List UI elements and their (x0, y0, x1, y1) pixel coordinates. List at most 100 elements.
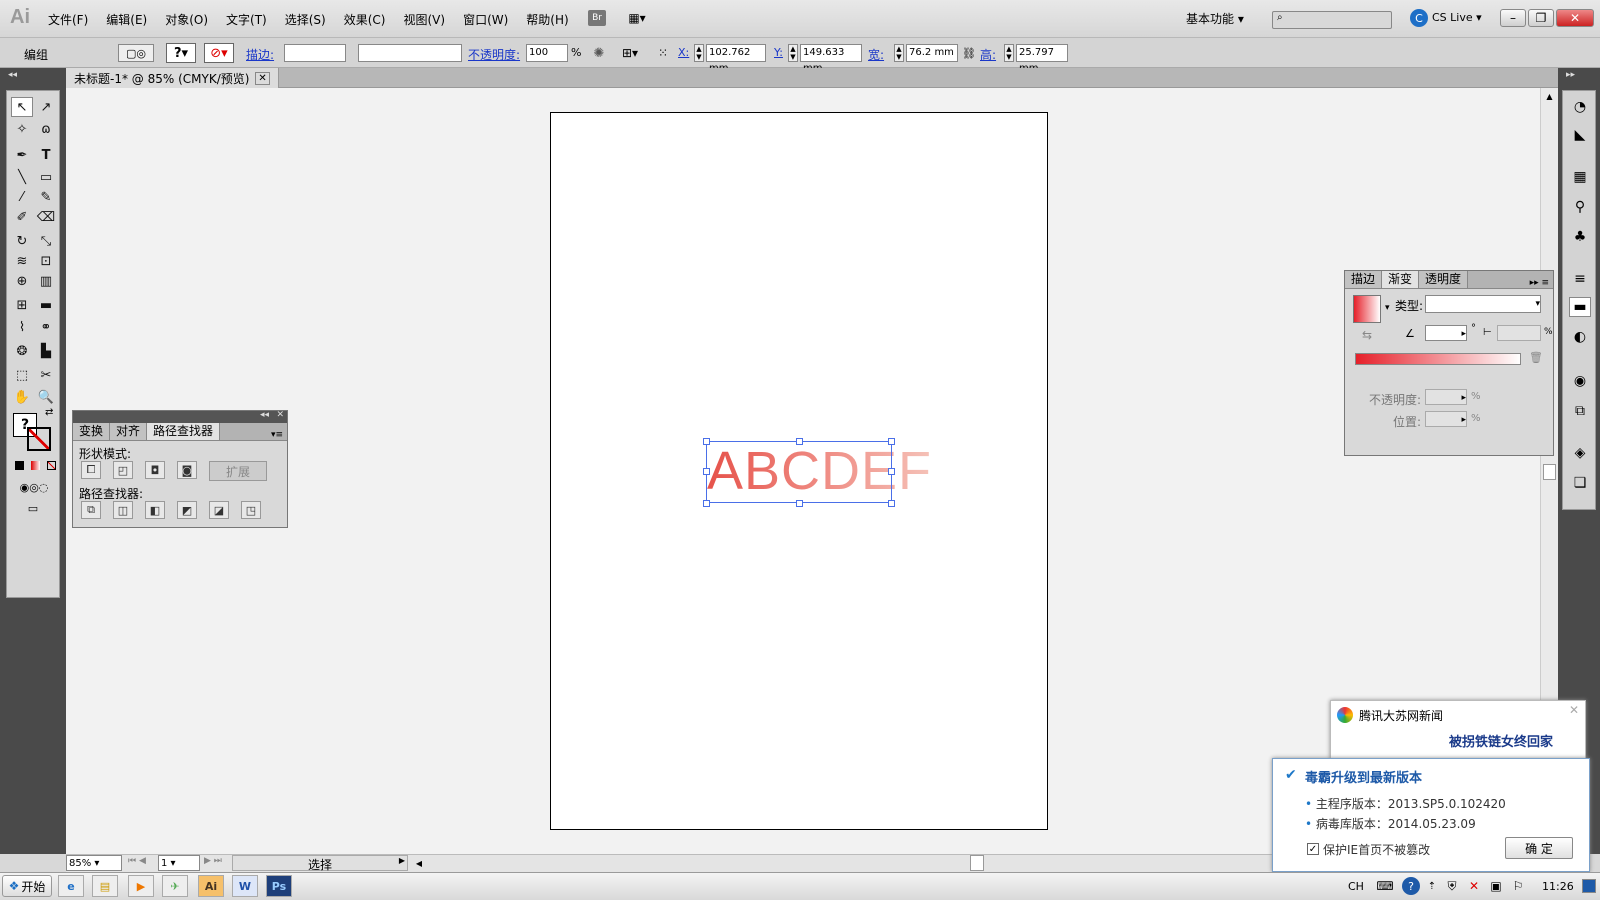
aspect-ratio-field[interactable] (1497, 325, 1541, 341)
gradient-panel-menu-icon[interactable]: ▸▸ ≡ (1468, 278, 1553, 288)
word-taskbar-icon[interactable]: W (232, 875, 258, 897)
align-grid-icon[interactable]: ⊞▾ (618, 44, 642, 62)
angle-field[interactable]: ▸ (1425, 325, 1467, 341)
eyedropper-tool-icon[interactable]: ⌇ (11, 317, 33, 337)
line-tool-icon[interactable]: ╲ (11, 167, 33, 187)
transparency-panel-icon[interactable]: ◐ (1569, 327, 1591, 347)
blend-tool-icon[interactable]: ⚭ (35, 317, 57, 337)
color-mode-icon[interactable] (15, 461, 24, 470)
close-icon[interactable]: ✕ (1556, 9, 1594, 27)
expand-button[interactable]: 扩展 (209, 461, 267, 481)
menu-object[interactable]: 对象(O) (165, 11, 208, 28)
height-spinner[interactable]: ▲ ▼ (1004, 44, 1014, 62)
fill-color-swatch[interactable]: ▢◎ (118, 44, 154, 62)
zoom-field[interactable]: 85% ▾ (66, 855, 122, 871)
handle-bottom-right[interactable] (888, 500, 895, 507)
crop-icon[interactable]: ◩ (177, 501, 197, 519)
collapse-tools-icon[interactable]: ◂◂ (8, 70, 17, 80)
delete-stop-icon[interactable]: 🗑 (1529, 351, 1543, 364)
merge-icon[interactable]: ◧ (145, 501, 165, 519)
none-mode-icon[interactable] (47, 461, 56, 470)
network-icon[interactable]: ▣ (1488, 877, 1504, 895)
workspace-switcher[interactable]: 基本功能 ▾ (1186, 10, 1244, 27)
y-link[interactable]: Y: (774, 46, 783, 59)
menu-select[interactable]: 选择(S) (285, 11, 326, 28)
arrange-documents-icon[interactable]: ▦▾ (622, 9, 652, 27)
mesh-tool-icon[interactable]: ⊞ (11, 295, 33, 315)
first-artboard-icon[interactable]: ⏮ ◀ (128, 856, 146, 866)
stroke-none-icon[interactable]: ⊘▾ (204, 43, 234, 63)
gradient-swatch[interactable] (1353, 295, 1381, 323)
brushes-icon[interactable]: ⚲ (1569, 197, 1591, 217)
gradient-tool-icon[interactable]: ▬ (35, 295, 57, 315)
column-graph-tool-icon[interactable]: ▙ (35, 341, 57, 361)
menu-view[interactable]: 视图(V) (403, 11, 445, 28)
appearance-icon[interactable]: ◉ (1569, 371, 1591, 391)
trim-icon[interactable]: ◫ (113, 501, 133, 519)
bridge-button[interactable]: Br (588, 10, 606, 26)
stop-opacity-field[interactable]: ▸ (1425, 389, 1467, 405)
photoshop-taskbar-icon[interactable]: Ps (266, 875, 292, 897)
rectangle-tool-icon[interactable]: ▭ (35, 167, 57, 187)
height-link[interactable]: 高: (980, 46, 996, 63)
fill-unknown-icon[interactable]: ?▾ (166, 43, 196, 63)
reverse-gradient-icon[interactable]: ⇆ (1359, 327, 1375, 343)
gradient-slider[interactable] (1355, 353, 1521, 365)
symbol-sprayer-tool-icon[interactable]: ❂ (11, 341, 33, 361)
panel-titlebar[interactable]: ◂◂ ✕ (73, 410, 287, 423)
gradient-type-select[interactable]: ▾ (1425, 295, 1541, 313)
menu-help[interactable]: 帮助(H) (526, 11, 568, 28)
handle-bottom-middle[interactable] (796, 500, 803, 507)
pencil-tool-icon[interactable]: ✎ (35, 187, 57, 207)
exclude-icon[interactable]: ◙ (177, 461, 197, 479)
protect-ie-checkbox[interactable]: ✓ (1307, 843, 1319, 855)
opacity-field[interactable]: 100 (526, 44, 568, 62)
shape-builder-tool-icon[interactable]: ⊕ (11, 271, 33, 291)
swap-colors-icon[interactable]: ⇄ (45, 407, 53, 418)
zoom-tool-icon[interactable]: 🔍 (35, 387, 57, 407)
pen-tool-icon[interactable]: ✒ (11, 145, 33, 165)
status-field[interactable]: 选择 ▶ (232, 855, 408, 872)
clock[interactable]: 11:26 (1542, 880, 1574, 893)
color-guide-icon[interactable]: ◣ (1569, 125, 1591, 145)
reference-point-icon[interactable]: ⁙ (654, 44, 672, 62)
menu-file[interactable]: 文件(F) (48, 11, 88, 28)
stroke-weight-field[interactable] (284, 44, 346, 62)
search-input[interactable]: ⌕ (1272, 11, 1392, 29)
language-indicator[interactable]: CH (1348, 880, 1364, 893)
scroll-left-icon[interactable]: ◀ (412, 856, 426, 870)
minus-back-icon[interactable]: ◳ (241, 501, 261, 519)
width-spinner[interactable]: ▲ ▼ (894, 44, 904, 62)
height-field[interactable]: 25.797 mm (1016, 44, 1068, 74)
volume-muted-icon[interactable]: ✕ (1466, 877, 1482, 895)
screen-mode-icon[interactable]: ▭ (21, 501, 45, 515)
hand-tool-icon[interactable]: ✋ (11, 387, 33, 407)
explorer-icon[interactable]: ▤ (92, 875, 118, 897)
show-desktop-icon[interactable] (1582, 879, 1596, 893)
warp-tool-icon[interactable]: ≋ (11, 251, 33, 271)
action-center-flag-icon[interactable]: ⚐ (1510, 877, 1526, 895)
tray-expand-icon[interactable]: ⇡ (1426, 877, 1438, 895)
tab-transform[interactable]: 变换 (73, 423, 111, 440)
tab-align[interactable]: 对齐 (110, 423, 148, 440)
blob-brush-tool-icon[interactable]: ✐ (11, 207, 33, 227)
status-menu-icon[interactable]: ▶ (399, 856, 405, 865)
news-close-icon[interactable]: ✕ (1569, 703, 1579, 717)
tab-gradient[interactable]: 渐变 (1382, 271, 1420, 288)
cslive-menu[interactable]: CS Live ▾ (1432, 11, 1482, 24)
menu-effect[interactable]: 效果(C) (344, 11, 386, 28)
news-headline[interactable]: 被拐铁链女终回家 (1449, 731, 1553, 750)
x-link[interactable]: X: (678, 46, 689, 59)
artboard-tool-icon[interactable]: ⬚ (11, 365, 33, 385)
opacity-link[interactable]: 不透明度: (468, 46, 520, 63)
y-field[interactable]: 149.633 mm (800, 44, 862, 74)
layers-icon[interactable]: ◈ (1569, 443, 1591, 463)
lasso-tool-icon[interactable]: ɷ (35, 119, 57, 139)
type-tool-icon[interactable]: T (35, 145, 57, 165)
handle-top-right[interactable] (888, 438, 895, 445)
handle-bottom-left[interactable] (703, 500, 710, 507)
stroke-panel-icon[interactable]: ≡ (1569, 269, 1591, 289)
graphic-styles-icon[interactable]: ⧉ (1569, 401, 1591, 421)
ok-button[interactable]: 确 定 (1505, 837, 1573, 859)
artboards-icon[interactable]: ❏ (1569, 473, 1591, 493)
